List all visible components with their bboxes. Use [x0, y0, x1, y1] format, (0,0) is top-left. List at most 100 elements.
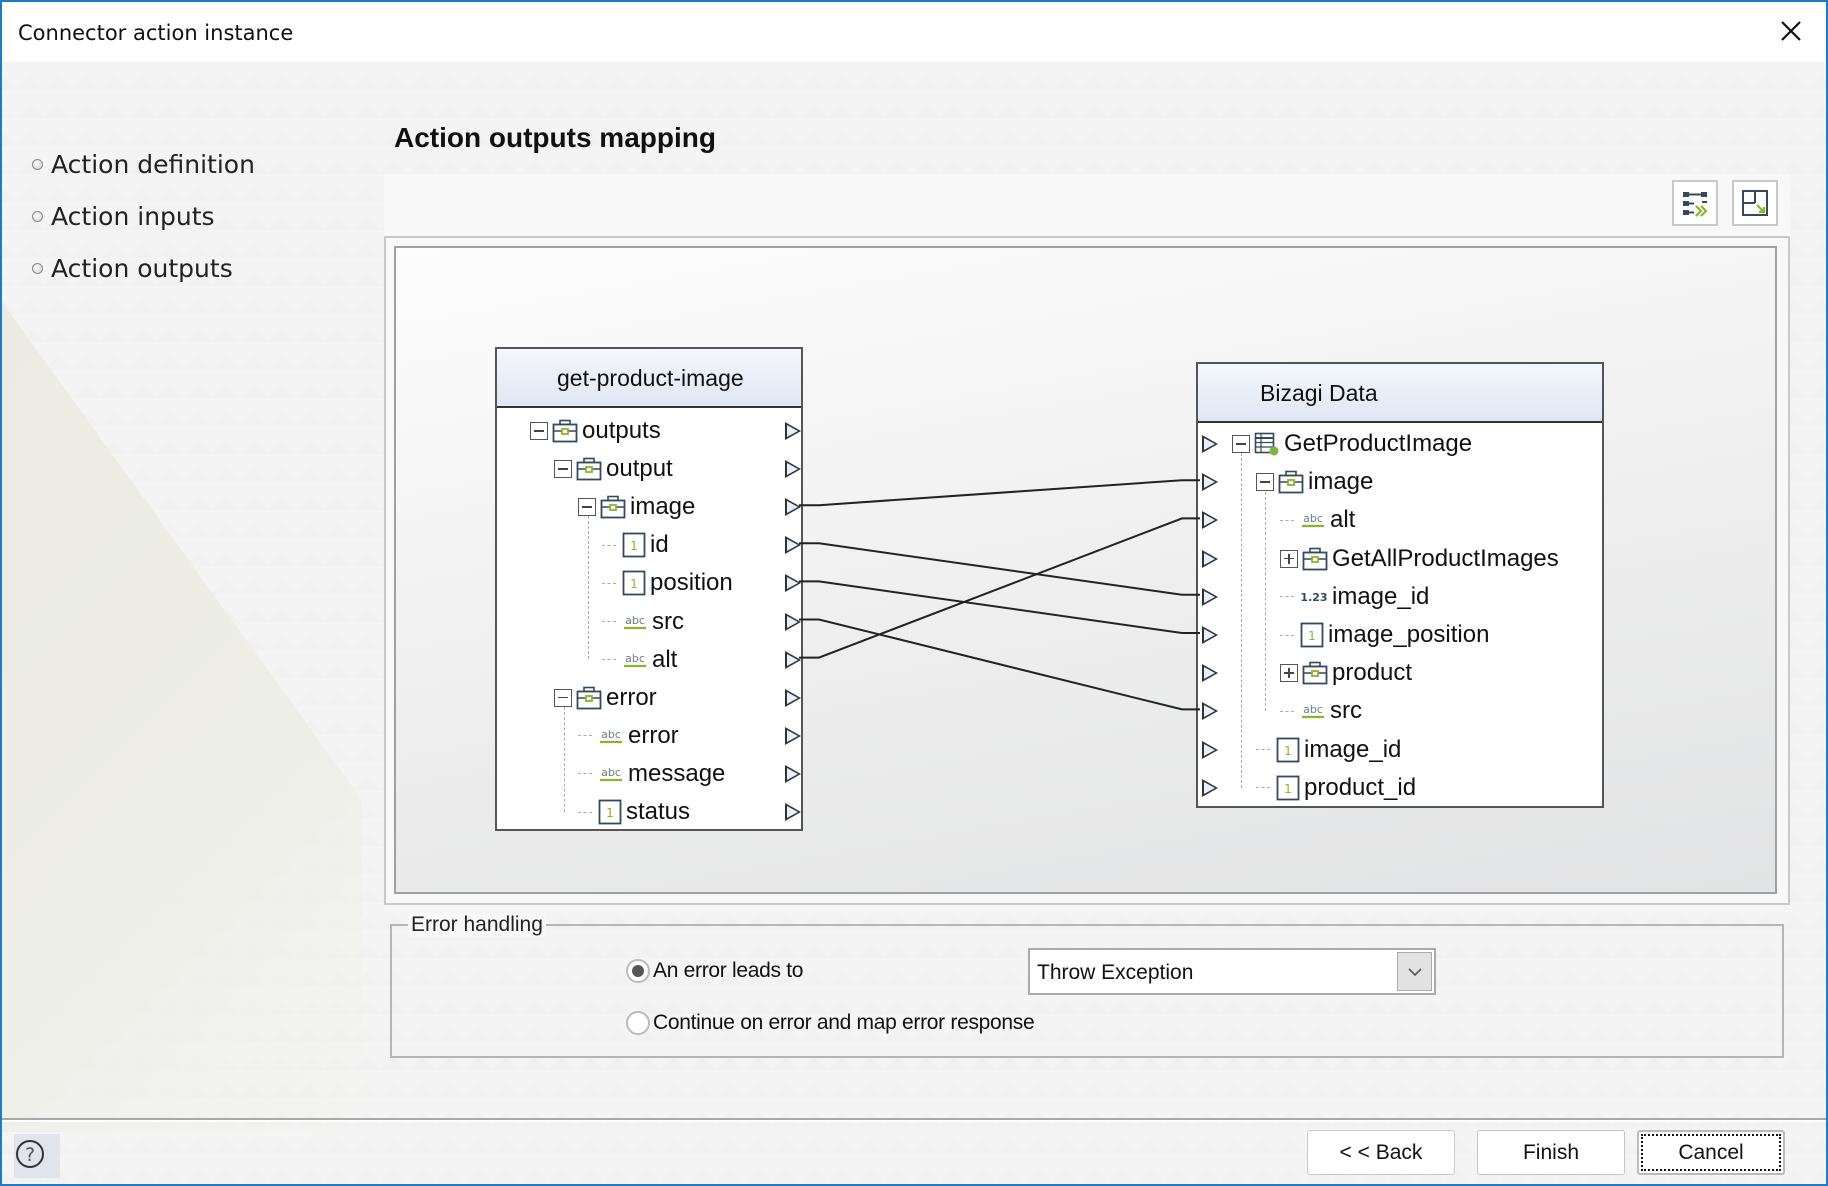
- tree-row[interactable]: abc alt: [1280, 502, 1355, 538]
- input-port[interactable]: [1202, 587, 1218, 606]
- radio-button-unchecked[interactable]: [626, 1011, 650, 1035]
- string-type-icon: abc: [624, 614, 646, 629]
- tree-row[interactable]: GetProductImage: [1232, 426, 1472, 462]
- collapse-icon[interactable]: [578, 498, 596, 517]
- integer-type-icon: 1: [622, 570, 646, 596]
- output-port[interactable]: [785, 574, 801, 593]
- tree-row[interactable]: 1 image_id: [1256, 732, 1401, 768]
- object-icon: [600, 495, 626, 519]
- collapse-icon[interactable]: [1256, 473, 1274, 492]
- input-port[interactable]: [1202, 549, 1218, 568]
- help-button[interactable]: ?: [14, 1134, 60, 1178]
- tree-connector: [578, 811, 592, 813]
- expand-icon[interactable]: [1280, 664, 1298, 683]
- tree-row-label: image: [630, 493, 696, 521]
- tree-row[interactable]: 1.23 image_id: [1280, 579, 1429, 615]
- tree-row[interactable]: 1 position: [602, 565, 733, 601]
- dropdown-button[interactable]: [1397, 952, 1432, 991]
- tree-row[interactable]: image: [1256, 464, 1373, 500]
- tree-row[interactable]: outputs: [530, 413, 661, 449]
- source-schema-header: get-product-image: [497, 349, 801, 408]
- tree-connector: [1280, 519, 1294, 521]
- error-action-select[interactable]: Throw Exception: [1028, 948, 1436, 995]
- tree-connector: [1256, 787, 1270, 789]
- input-port[interactable]: [1202, 435, 1218, 453]
- tree-guide: [1265, 492, 1266, 711]
- output-port[interactable]: [785, 726, 801, 745]
- tree-connector: [1280, 634, 1294, 636]
- tree-row[interactable]: product: [1280, 655, 1412, 691]
- fit-view-button[interactable]: [1732, 180, 1778, 226]
- cancel-button[interactable]: Cancel: [1637, 1130, 1785, 1175]
- tree-row-label: src: [1330, 697, 1362, 725]
- input-port[interactable]: [1202, 626, 1218, 644]
- back-button[interactable]: < < Back: [1307, 1130, 1455, 1175]
- output-port[interactable]: [785, 764, 801, 783]
- tree-row[interactable]: image: [578, 489, 695, 525]
- object-icon: [1302, 547, 1328, 570]
- svg-text:abc: abc: [601, 766, 621, 779]
- tree-row[interactable]: GetAllProductImages: [1280, 541, 1559, 577]
- collapse-icon[interactable]: [530, 422, 548, 440]
- input-port[interactable]: [1202, 473, 1218, 492]
- output-port[interactable]: [785, 460, 801, 479]
- decimal-type-icon: 1.23: [1300, 591, 1327, 604]
- close-button[interactable]: [1776, 16, 1806, 46]
- output-port[interactable]: [785, 612, 801, 631]
- tree-row[interactable]: abc src: [602, 604, 684, 640]
- tree-connector: [602, 582, 616, 584]
- tree-row[interactable]: abc error: [578, 718, 679, 754]
- input-port[interactable]: [1202, 778, 1218, 797]
- tree-guide: [564, 707, 565, 812]
- tree-row[interactable]: 1 id: [602, 527, 669, 563]
- output-port[interactable]: [785, 422, 801, 440]
- svg-text:1: 1: [1308, 629, 1316, 643]
- bullet-icon: [32, 211, 43, 222]
- auto-map-icon: [1683, 192, 1708, 217]
- radio-continue-on-error[interactable]: Continue on error and map error response: [626, 1011, 1035, 1035]
- collapse-icon[interactable]: [554, 460, 572, 479]
- input-port[interactable]: [1202, 740, 1218, 759]
- output-port[interactable]: [785, 498, 801, 517]
- tree-row-label: GetProductImage: [1284, 430, 1473, 457]
- svg-text:?: ?: [25, 1144, 35, 1166]
- tree-row-label: image_id: [1332, 582, 1430, 610]
- tree-row[interactable]: output: [554, 451, 673, 487]
- tree-row-label: output: [606, 455, 673, 483]
- radio-error-leads-to[interactable]: An error leads to: [626, 959, 803, 983]
- sidebar-item-label: Action definition: [51, 150, 255, 179]
- input-port[interactable]: [1202, 664, 1218, 683]
- tree-row[interactable]: abc message: [578, 756, 725, 792]
- finish-button[interactable]: Finish: [1477, 1130, 1625, 1175]
- sidebar-item-action-inputs[interactable]: Action inputs: [32, 202, 215, 231]
- tree-row-label: status: [626, 798, 691, 825]
- tree-row-label: error: [606, 683, 657, 711]
- svg-text:1: 1: [630, 577, 638, 591]
- sidebar-item-action-definition[interactable]: Action definition: [32, 150, 255, 179]
- object-icon: [1302, 661, 1328, 685]
- output-port[interactable]: [785, 803, 801, 821]
- string-type-icon: abc: [624, 652, 646, 667]
- tree-row[interactable]: 1 image_position: [1280, 617, 1489, 653]
- expand-icon[interactable]: [1280, 549, 1298, 568]
- tree-row[interactable]: 1 status: [578, 794, 690, 830]
- collapse-icon[interactable]: [554, 688, 572, 707]
- target-schema-box: Bizagi Data GetProductImage image abc alt Ge…: [1196, 362, 1604, 808]
- integer-type-icon: 1: [1276, 737, 1300, 762]
- output-port[interactable]: [785, 688, 801, 707]
- auto-map-button[interactable]: [1672, 180, 1718, 226]
- radio-button-checked[interactable]: [626, 959, 650, 983]
- tree-row-label: outputs: [582, 417, 661, 444]
- tree-row[interactable]: 1 product_id: [1256, 770, 1416, 806]
- tree-row[interactable]: error: [554, 680, 657, 716]
- output-port[interactable]: [785, 650, 801, 669]
- tree-row[interactable]: abc alt: [602, 642, 677, 678]
- collapse-icon[interactable]: [1232, 435, 1250, 453]
- entity-table-icon: [1254, 432, 1279, 456]
- sidebar-item-action-outputs[interactable]: Action outputs: [32, 254, 233, 283]
- input-port[interactable]: [1202, 702, 1218, 721]
- tree-row[interactable]: abc src: [1280, 693, 1362, 729]
- input-port[interactable]: [1202, 511, 1218, 530]
- output-port[interactable]: [785, 536, 801, 555]
- svg-text:1: 1: [1284, 782, 1292, 796]
